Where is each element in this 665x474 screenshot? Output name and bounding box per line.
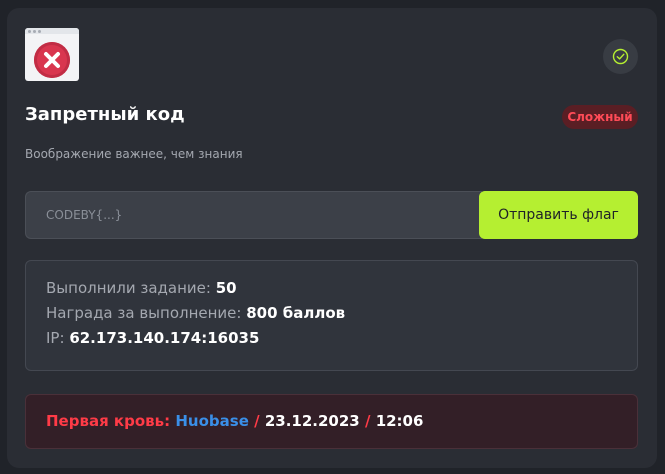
solved-count-label: Выполнили задание: bbox=[46, 279, 211, 297]
first-blood-panel: Первая кровь: Huobase / 23.12.2023 / 12:… bbox=[25, 394, 638, 449]
first-blood-time: 12:06 bbox=[375, 412, 424, 430]
task-title: Запретный код bbox=[25, 104, 185, 125]
submit-flag-button[interactable]: Отправить флаг bbox=[479, 191, 638, 239]
reward-row: Награда за выполнение: 800 баллов bbox=[46, 301, 617, 326]
check-circle-icon bbox=[603, 39, 638, 74]
flag-input[interactable] bbox=[25, 191, 482, 239]
first-blood-date: 23.12.2023 bbox=[264, 412, 360, 430]
reward-value: 800 баллов bbox=[246, 304, 346, 322]
solved-count-row: Выполнили задание: 50 bbox=[46, 276, 617, 301]
solved-count-value: 50 bbox=[215, 279, 237, 297]
task-card: Запретный код Сложный Воображение важнее… bbox=[7, 8, 657, 468]
difficulty-badge: Сложный bbox=[562, 105, 638, 129]
ip-label: IP: bbox=[46, 329, 65, 347]
first-blood-user[interactable]: Huobase bbox=[175, 412, 249, 430]
flag-form: Отправить флаг bbox=[25, 191, 638, 239]
ip-row: IP: 62.173.140.174:16035 bbox=[46, 326, 617, 351]
first-blood-label: Первая кровь: bbox=[46, 412, 171, 430]
task-description: Воображение важнее, чем знания bbox=[25, 147, 243, 161]
first-blood-separator: / bbox=[364, 412, 371, 430]
reward-label: Награда за выполнение: bbox=[46, 304, 242, 322]
task-info-panel: Выполнили задание: 50 Награда за выполне… bbox=[25, 260, 638, 371]
ip-value: 62.173.140.174:16035 bbox=[69, 329, 260, 347]
browser-error-icon bbox=[25, 28, 79, 81]
first-blood-separator: / bbox=[254, 412, 260, 430]
